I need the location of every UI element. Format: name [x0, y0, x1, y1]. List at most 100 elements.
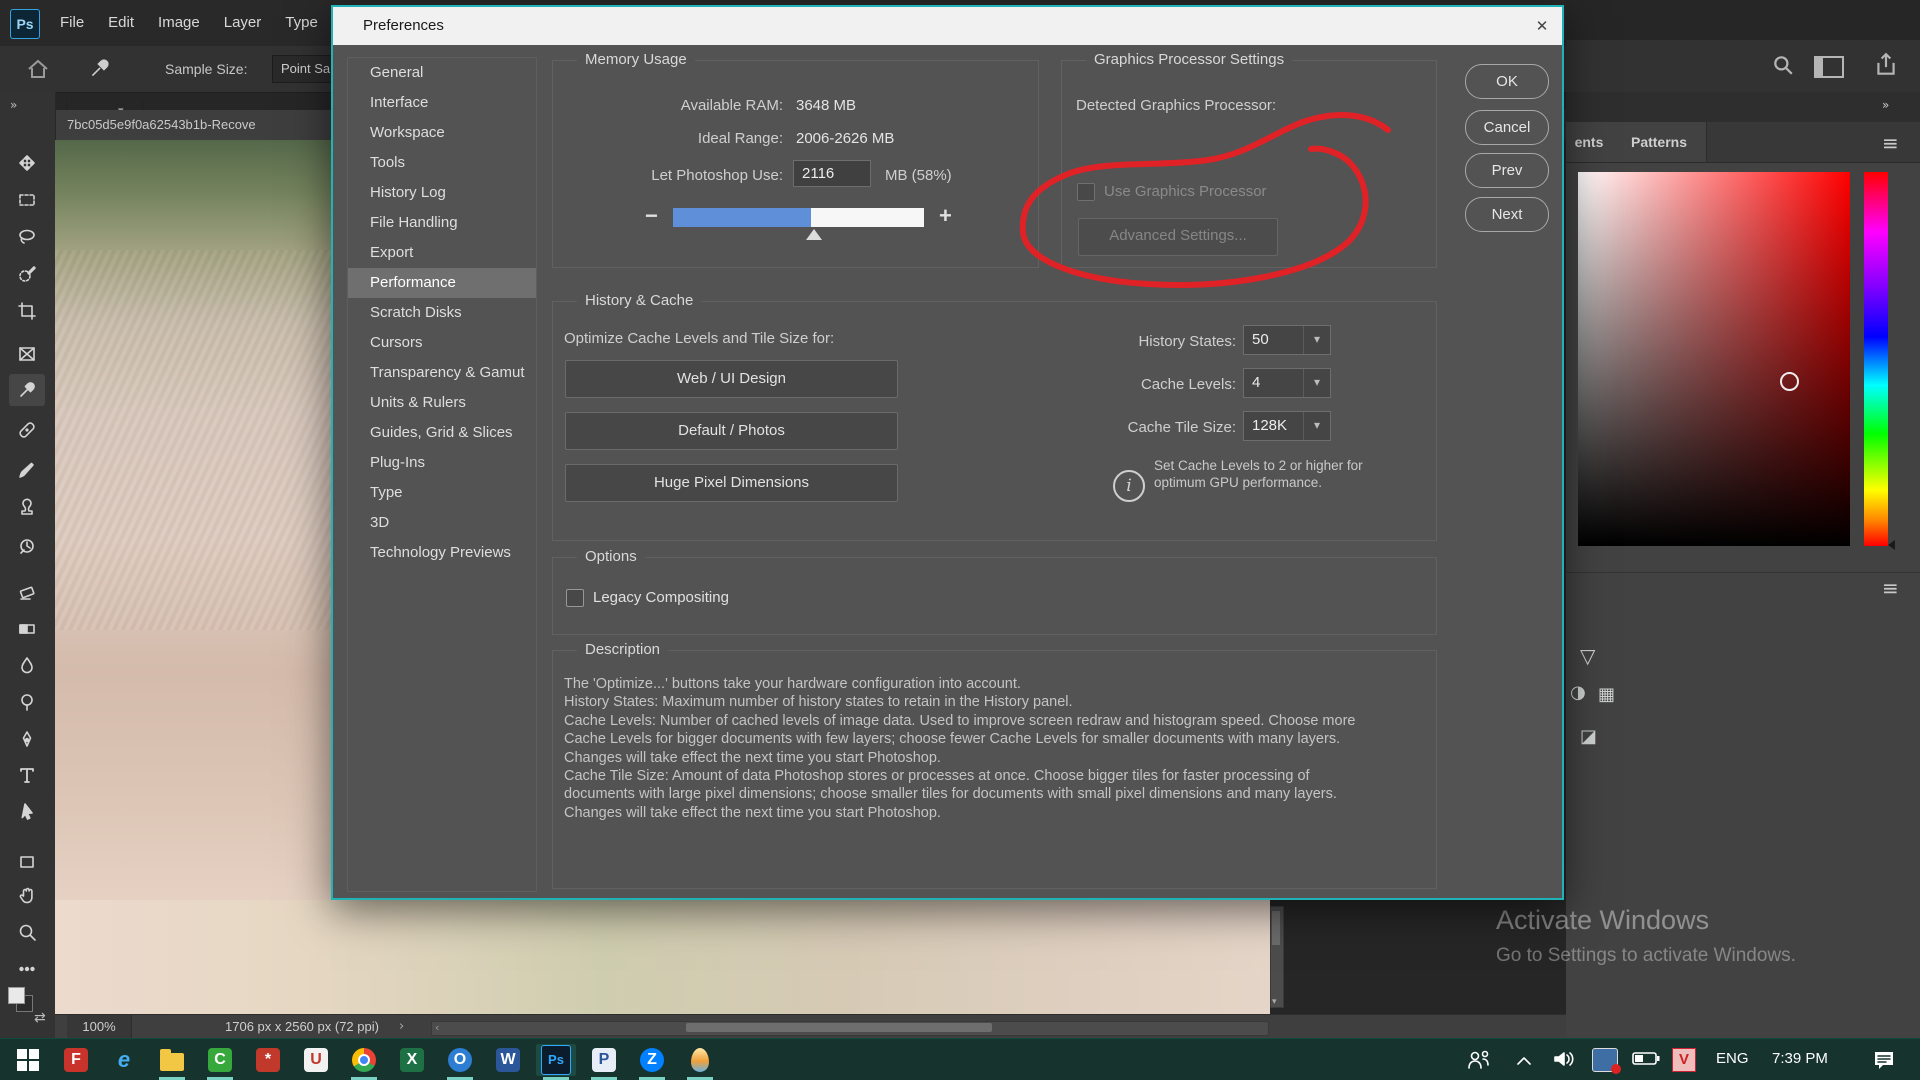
eyedropper-tool[interactable]: [9, 374, 45, 406]
unikey[interactable]: U: [296, 1044, 336, 1076]
scroll-down-icon[interactable]: ▾: [1272, 997, 1277, 1007]
start-button[interactable]: [8, 1044, 48, 1076]
brush-tool[interactable]: [9, 454, 45, 486]
optimize-button-web-ui-design[interactable]: Web / UI Design: [565, 360, 898, 398]
paint-app[interactable]: *: [248, 1044, 288, 1076]
memory-minus-button[interactable]: −: [645, 203, 658, 229]
fill-preset-icon[interactable]: ◪: [1580, 726, 1597, 747]
panel-menu-icon[interactable]: ≡: [1882, 131, 1899, 155]
sidebar-item-performance[interactable]: Performance: [348, 268, 536, 298]
cache-levels-dropdown[interactable]: 4 ▾: [1243, 368, 1331, 398]
chrome[interactable]: [344, 1044, 384, 1080]
sidebar-item-technology-previews[interactable]: Technology Previews: [348, 538, 536, 568]
memory-slider[interactable]: [673, 208, 924, 227]
frame-tool[interactable]: [9, 338, 45, 370]
file-explorer[interactable]: [152, 1044, 192, 1080]
blur-tool[interactable]: [9, 649, 45, 681]
document-tab[interactable]: 7bc05d5e9f0a62543b1b-Recove: [55, 110, 345, 140]
zalo[interactable]: Z: [632, 1044, 672, 1080]
collapse-panels-icon[interactable]: »: [1882, 98, 1890, 112]
menu-edit[interactable]: Edit: [108, 0, 134, 46]
internet-explorer[interactable]: e: [104, 1044, 144, 1076]
color-sample-ring[interactable]: [1780, 372, 1799, 391]
sidebar-item-file-handling[interactable]: File Handling: [348, 208, 536, 238]
notification-center-icon[interactable]: [1872, 1049, 1896, 1076]
sidebar-item-transparency-gamut[interactable]: Transparency & Gamut: [348, 358, 536, 388]
word[interactable]: W: [488, 1044, 528, 1076]
sidebar-item-cursors[interactable]: Cursors: [348, 328, 536, 358]
grid-preset-icon[interactable]: ▦: [1598, 684, 1615, 705]
coccoc-browser[interactable]: [680, 1044, 720, 1080]
battery-icon[interactable]: [1632, 1051, 1660, 1071]
home-icon[interactable]: [26, 58, 50, 85]
clock[interactable]: 7:39 PM: [1772, 1050, 1828, 1067]
lower-panel-menu-icon[interactable]: ≡: [1882, 576, 1899, 600]
tab-patterns[interactable]: Patterns: [1612, 122, 1707, 162]
search-icon[interactable]: [1772, 54, 1794, 81]
pen-tool[interactable]: [9, 723, 45, 755]
sidebar-item-plug-ins[interactable]: Plug-Ins: [348, 448, 536, 478]
move-tool[interactable]: [9, 147, 45, 179]
sidebar-item-guides-grid-slices[interactable]: Guides, Grid & Slices: [348, 418, 536, 448]
sidebar-item-tools[interactable]: Tools: [348, 148, 536, 178]
menu-type[interactable]: Type: [285, 0, 318, 46]
dialog-close-icon[interactable]: ✕: [1528, 13, 1556, 39]
memory-slider-thumb[interactable]: [806, 229, 822, 240]
marquee-tool[interactable]: [9, 184, 45, 216]
quick-selection-tool[interactable]: [9, 258, 45, 290]
camtasia[interactable]: C: [200, 1044, 240, 1080]
dodge-tool[interactable]: [9, 686, 45, 718]
menu-layer[interactable]: Layer: [224, 0, 262, 46]
swap-colors-icon[interactable]: ⇄: [34, 1010, 46, 1026]
office-viewer[interactable]: P: [584, 1044, 624, 1080]
canvas-image-bottom[interactable]: [55, 900, 1270, 1014]
more-tools[interactable]: [9, 953, 45, 985]
cancel-button[interactable]: Cancel: [1465, 110, 1549, 145]
eyedropper-preset-icon[interactable]: [88, 58, 110, 85]
gradient-tool[interactable]: [9, 613, 45, 645]
collapse-toolbar-icon[interactable]: »: [10, 98, 18, 112]
memory-plus-button[interactable]: +: [939, 203, 952, 229]
sidebar-item-scratch-disks[interactable]: Scratch Disks: [348, 298, 536, 328]
status-chevron-icon[interactable]: ›: [399, 1015, 404, 1039]
sidebar-item-units-rulers[interactable]: Units & Rulers: [348, 388, 536, 418]
ok-button[interactable]: OK: [1465, 64, 1549, 99]
type-tool[interactable]: [9, 759, 45, 791]
menu-file[interactable]: File: [60, 0, 84, 46]
excel[interactable]: X: [392, 1044, 432, 1076]
gradient-picker-icon[interactable]: ▽: [1580, 644, 1595, 668]
advanced-settings-button[interactable]: Advanced Settings...: [1078, 218, 1278, 256]
sidebar-item-3d[interactable]: 3D: [348, 508, 536, 538]
menu-image[interactable]: Image: [158, 0, 200, 46]
crop-tool[interactable]: [9, 295, 45, 327]
sidebar-item-type[interactable]: Type: [348, 478, 536, 508]
zoom-level[interactable]: 100%: [67, 1015, 132, 1039]
sidebar-item-workspace[interactable]: Workspace: [348, 118, 536, 148]
prev-button[interactable]: Prev: [1465, 153, 1549, 188]
volume-icon[interactable]: [1552, 1049, 1576, 1074]
memory-input[interactable]: 2116: [793, 160, 871, 187]
v-app-icon[interactable]: V: [1672, 1048, 1696, 1072]
legacy-compositing-checkbox[interactable]: [566, 589, 584, 607]
use-gpu-checkbox[interactable]: [1077, 183, 1095, 201]
sphere-preset-icon[interactable]: ◑: [1570, 682, 1586, 703]
path-select-tool[interactable]: [9, 796, 45, 828]
shape-tool[interactable]: [9, 846, 45, 878]
hue-slider[interactable]: [1864, 172, 1888, 546]
sidebar-item-general[interactable]: General: [348, 58, 536, 88]
sidebar-item-history-log[interactable]: History Log: [348, 178, 536, 208]
clone-stamp-tool[interactable]: [9, 491, 45, 523]
history-states-dropdown[interactable]: 50 ▾: [1243, 325, 1331, 355]
people-icon[interactable]: [1466, 1049, 1492, 1076]
photoshop[interactable]: Ps: [536, 1044, 576, 1080]
color-field[interactable]: [1578, 172, 1850, 546]
share-icon[interactable]: [1874, 52, 1898, 83]
workspace-icon[interactable]: [1814, 56, 1844, 78]
snip-tool-icon[interactable]: [1592, 1048, 1621, 1074]
sidebar-item-interface[interactable]: Interface: [348, 88, 536, 118]
optimize-button-huge-pixel-dimensions[interactable]: Huge Pixel Dimensions: [565, 464, 898, 502]
tab-gradients[interactable]: ents: [1566, 122, 1613, 162]
scrollbar-thumb[interactable]: [686, 1023, 992, 1032]
sidebar-item-export[interactable]: Export: [348, 238, 536, 268]
eraser-tool[interactable]: [9, 576, 45, 608]
